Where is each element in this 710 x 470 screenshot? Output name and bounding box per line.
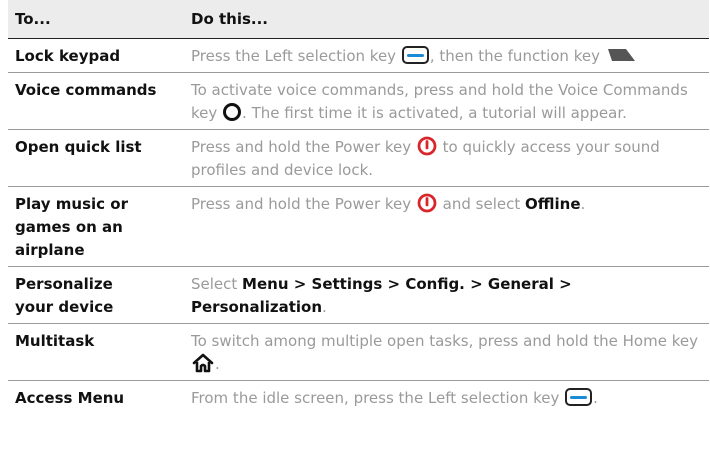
header-action: Do this... — [191, 10, 268, 28]
header-task: To... — [15, 10, 51, 28]
task-description: To switch among multiple open tasks, pre… — [191, 330, 709, 376]
table-row: Lock keypad Press the Left selection key… — [8, 39, 709, 73]
left-selection-key-icon — [401, 46, 429, 64]
table-row: Personalize your device Select Menu > Se… — [8, 267, 709, 324]
task-label: Play music or games on an airplane — [15, 195, 128, 259]
description-text: To switch among multiple open tasks, pre… — [191, 332, 698, 350]
voice-commands-key-icon — [223, 103, 242, 121]
menu-path: Menu > Settings > Config. > General > Pe… — [191, 275, 572, 316]
description-text: From the idle screen, press the Left sel… — [191, 389, 565, 407]
task-label: Multitask — [15, 332, 95, 350]
description-text: . — [322, 298, 327, 316]
task-description: To activate voice commands, press and ho… — [191, 79, 709, 125]
task-description: Press the Left selection key , then the … — [191, 45, 709, 68]
task-description: Press and hold the Power key and select … — [191, 193, 709, 262]
table-row: Play music or games on an airplane Press… — [8, 187, 709, 267]
description-text: , then the function key — [429, 47, 605, 65]
table-row: Multitask To switch among multiple open … — [8, 324, 709, 381]
description-text: Press and hold the Power key — [191, 195, 416, 213]
task-label: Personalize your device — [15, 275, 114, 316]
description-text: and select — [437, 195, 525, 213]
description-text: . The first time it is activated, a tuto… — [242, 104, 627, 122]
emphasis-text: Offline — [525, 195, 581, 213]
function-key-icon — [607, 49, 635, 61]
description-text: Select — [191, 275, 243, 293]
table-row: Voice commands To activate voice command… — [8, 73, 709, 130]
left-selection-key-icon — [565, 388, 593, 406]
task-description: From the idle screen, press the Left sel… — [191, 387, 709, 410]
task-label: Open quick list — [15, 138, 142, 156]
description-text: . — [580, 195, 586, 213]
task-label: Access Menu — [15, 389, 125, 407]
description-text: . — [215, 355, 220, 373]
table-header: To... Do this... — [8, 0, 709, 39]
power-key-icon — [417, 136, 437, 156]
task-label: Voice commands — [15, 81, 157, 99]
task-description: Press and hold the Power key to quickly … — [191, 136, 709, 182]
description-text: Press and hold the Power key — [191, 138, 416, 156]
table-row: Open quick list Press and hold the Power… — [8, 130, 709, 187]
power-key-icon — [417, 193, 437, 213]
description-text: . — [593, 389, 598, 407]
task-label: Lock keypad — [15, 47, 121, 65]
table-row: Access Menu From the idle screen, press … — [8, 381, 709, 414]
home-key-icon — [192, 353, 214, 373]
description-text: Press the Left selection key — [191, 47, 401, 65]
task-description: Select Menu > Settings > Config. > Gener… — [191, 273, 709, 319]
instructions-table: To... Do this... Lock keypad Press the L… — [8, 0, 709, 414]
